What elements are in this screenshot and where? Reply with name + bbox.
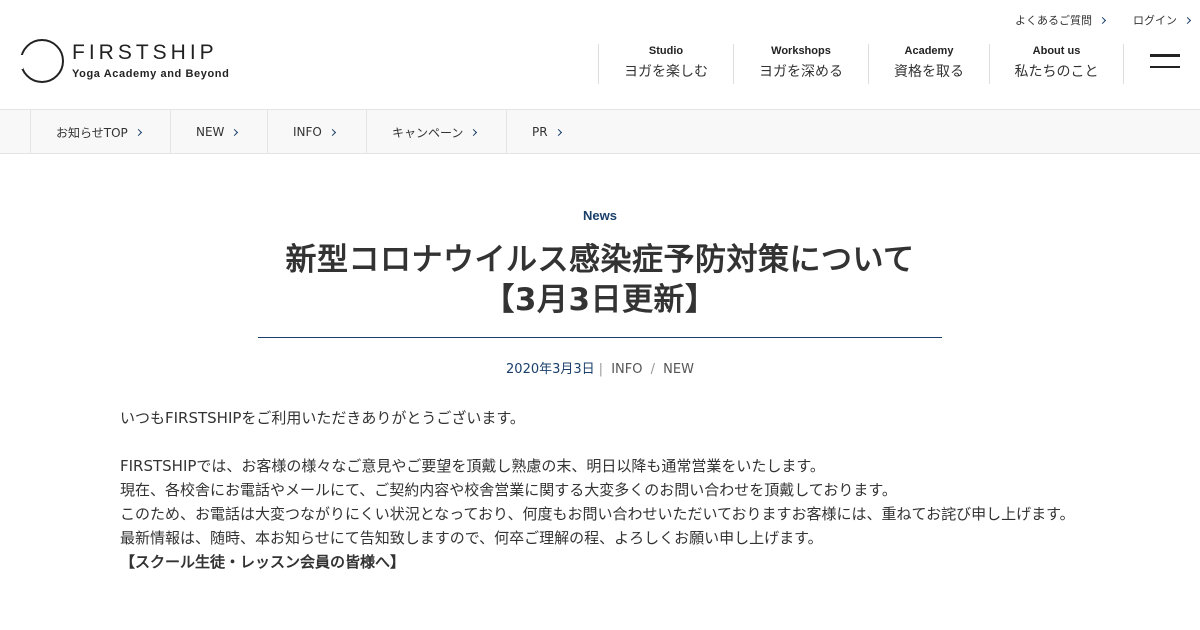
- article-section-heading: 【スクール生徒・レッスン会員の皆様へ】: [120, 553, 406, 571]
- utility-links: よくあるご質問 ログイン: [987, 12, 1192, 28]
- gnav-item-workshops[interactable]: Workshops ヨガを深める: [733, 44, 868, 84]
- article-date: 2020年3月3日: [506, 362, 595, 377]
- article-paragraph: 現在、各校舎にお電話やメールにて、ご契約内容や校舎営業に関する大変多くのお問い合…: [120, 481, 897, 499]
- article-title: 新型コロナウイルス感染症予防対策について 【3月3日更新】: [0, 240, 1200, 320]
- logo-circle-icon: [19, 39, 64, 83]
- chevron-right-icon: [1098, 16, 1107, 24]
- faq-link-label: よくあるご質問: [1015, 14, 1092, 27]
- subnav-item-label: NEW: [196, 125, 225, 139]
- site-header: FIRSTSHIP Yoga Academy and Beyond よくあるご質…: [0, 0, 1200, 110]
- subnav-item-pr[interactable]: PR: [506, 110, 606, 154]
- gnav-item-academy[interactable]: Academy 資格を取る: [868, 44, 989, 84]
- subnav-item-label: お知らせTOP: [56, 125, 128, 140]
- subnav-item-campaign[interactable]: キャンペーン: [366, 110, 506, 154]
- menu-icon[interactable]: [1150, 54, 1180, 72]
- site-logo[interactable]: FIRSTSHIP Yoga Academy and Beyond: [19, 39, 230, 83]
- gnav-en-label: Studio: [648, 45, 684, 57]
- subnav-item-label: PR: [532, 125, 548, 139]
- gnav-ja-label: 私たちのこと: [1014, 64, 1099, 80]
- sub-nav-list: お知らせTOP NEW INFO キャンペーン PR: [30, 110, 606, 154]
- article-title-line2: 【3月3日更新】: [483, 282, 717, 318]
- gnav-ja-label: ヨガを楽しむ: [624, 64, 708, 80]
- logo-tagline: Yoga Academy and Beyond: [72, 68, 230, 80]
- login-link[interactable]: ログイン: [1133, 12, 1192, 28]
- gnav-ja-label: 資格を取る: [894, 64, 964, 80]
- chevron-right-icon: [231, 128, 239, 136]
- gnav-item-about-us[interactable]: About us 私たちのこと: [989, 44, 1124, 84]
- chevron-right-icon: [134, 128, 142, 136]
- subnav-item-info[interactable]: INFO: [267, 110, 366, 154]
- subnav-item-news-top[interactable]: お知らせTOP: [30, 110, 170, 154]
- article-paragraph: いつもFIRSTSHIPをご利用いただきありがとうございます。: [120, 409, 525, 427]
- menu-bar-bottom: [1150, 65, 1180, 68]
- article-body: いつもFIRSTSHIPをご利用いただきありがとうございます。 FIRSTSHI…: [120, 406, 1080, 574]
- chevron-right-icon: [554, 128, 562, 136]
- article-paragraph: 最新情報は、随時、本お知らせにて告知致しますので、何卒ご理解の程、よろしくお願い…: [120, 529, 823, 547]
- article-paragraph: このため、お電話は大変つながりにくい状況となっており、何度もお問い合わせいただい…: [120, 505, 1075, 523]
- gnav-en-label: About us: [1032, 45, 1081, 57]
- article-tag-info[interactable]: INFO: [611, 362, 642, 377]
- article-category: News: [583, 208, 617, 223]
- meta-separator: |: [598, 362, 604, 377]
- article-paragraph: FIRSTSHIPでは、お客様の様々なご意見やご要望を頂戴し熟慮の末、明日以降も…: [120, 457, 825, 475]
- gnav-item-studio[interactable]: Studio ヨガを楽しむ: [598, 44, 733, 84]
- login-link-label: ログイン: [1133, 14, 1177, 27]
- gnav-ja-label: ヨガを深める: [759, 64, 843, 80]
- menu-bar-top: [1150, 54, 1180, 57]
- faq-link[interactable]: よくあるご質問: [1015, 12, 1107, 28]
- article-title-line1: 新型コロナウイルス感染症予防対策について: [285, 242, 915, 278]
- logo-name: FIRSTSHIP: [72, 41, 218, 64]
- chevron-right-icon: [1183, 16, 1192, 24]
- news-sub-nav: お知らせTOP NEW INFO キャンペーン PR: [0, 110, 1200, 154]
- subnav-item-label: キャンペーン: [392, 125, 464, 140]
- tag-separator: /: [650, 362, 656, 377]
- logo-text: FIRSTSHIP Yoga Academy and Beyond: [72, 41, 230, 81]
- chevron-right-icon: [470, 128, 478, 136]
- article-meta: 2020年3月3日 | INFO / NEW: [0, 358, 1200, 377]
- gnav-en-label: Workshops: [771, 45, 831, 57]
- subnav-item-label: INFO: [293, 125, 322, 139]
- title-divider: [258, 337, 942, 338]
- article-tag-new[interactable]: NEW: [663, 362, 694, 377]
- global-nav: Studio ヨガを楽しむ Workshops ヨガを深める Academy 資…: [598, 44, 1124, 84]
- chevron-right-icon: [328, 128, 336, 136]
- subnav-item-new[interactable]: NEW: [170, 110, 267, 154]
- gnav-en-label: Academy: [904, 45, 954, 57]
